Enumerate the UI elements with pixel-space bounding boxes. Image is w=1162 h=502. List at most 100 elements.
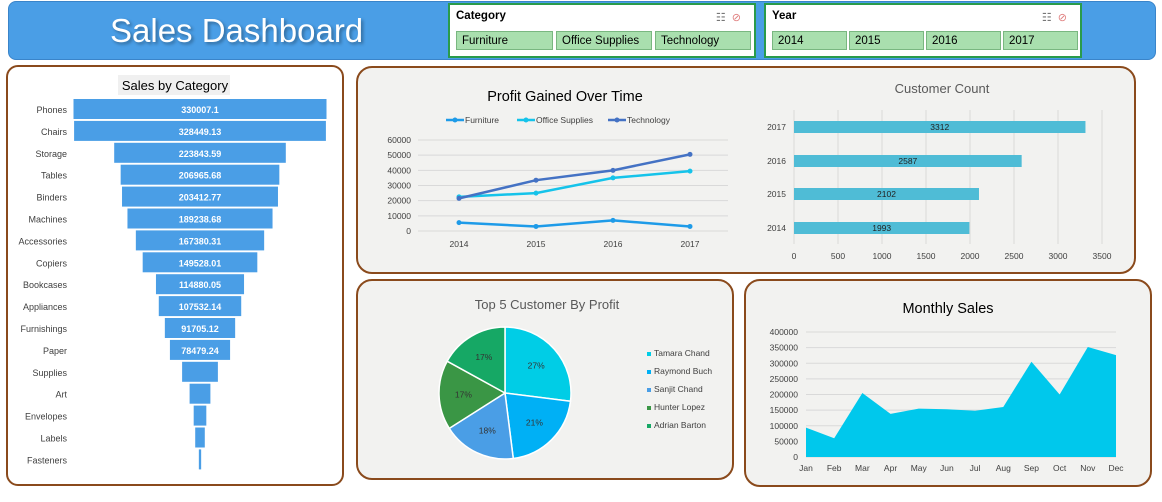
- data-label: 114880.05: [179, 280, 221, 290]
- data-label: 328449.13: [179, 127, 222, 137]
- funnel-bar: [189, 383, 211, 404]
- y-tick-label: 50000: [387, 150, 411, 160]
- data-label: 107532.14: [179, 302, 222, 312]
- legend-label: Hunter Lopez: [654, 402, 705, 412]
- x-tick-label: Mar: [855, 463, 870, 473]
- legend-label: Office Supplies: [536, 115, 593, 125]
- data-label: 3312: [930, 122, 949, 132]
- y-tick-label: 250000: [770, 374, 799, 384]
- category-label: Copiers: [36, 258, 68, 268]
- legend-label: Raymond Buch: [654, 366, 712, 376]
- category-label: Paper: [43, 346, 67, 356]
- monthly-sales-chart: Monthly Sales 0 50000 100000 150000 200000 25…: [770, 301, 1125, 473]
- data-label: 167380.31: [179, 236, 222, 246]
- x-tick-label: 3000: [1049, 251, 1068, 261]
- x-tick-label: Apr: [884, 463, 897, 473]
- y-tick-label: 300000: [770, 358, 799, 368]
- x-tick-label: 2500: [1005, 251, 1024, 261]
- chart-title: Sales by Category: [122, 78, 229, 93]
- y-tick-label: 150000: [770, 405, 799, 415]
- legend-label: Adrian Barton: [654, 420, 706, 430]
- y-tick-label: 400000: [770, 327, 799, 337]
- funnel-bar: [195, 427, 205, 448]
- x-tick-label: Dec: [1108, 463, 1124, 473]
- customer-count-chart: Customer Count 0 500 1000 1500 2000 2500 3000 3…: [767, 81, 1112, 261]
- x-tick-label: Feb: [827, 463, 842, 473]
- data-label: 78479.24: [181, 346, 219, 356]
- data-label: 203412.77: [179, 193, 222, 203]
- data-label: 2587: [898, 156, 917, 166]
- slice-label: 17%: [455, 389, 472, 399]
- category-label: Furnishings: [20, 324, 67, 334]
- slice-label: 21%: [526, 417, 543, 427]
- funnel-bar: [193, 405, 207, 426]
- funnel-bar: [182, 361, 218, 382]
- category-label: Tables: [41, 171, 68, 181]
- legend-label: Sanjit Chand: [654, 384, 703, 394]
- x-tick-label: Jun: [940, 463, 954, 473]
- x-tick-label: Sep: [1024, 463, 1039, 473]
- data-label: 91705.12: [181, 324, 219, 334]
- x-tick-label: Nov: [1080, 463, 1096, 473]
- y-tick-label: 2015: [767, 189, 786, 199]
- category-label: Machines: [28, 215, 67, 225]
- y-tick-label: 350000: [770, 343, 799, 353]
- y-tick-label: 100000: [770, 421, 799, 431]
- top-customers-pie-chart: Top 5 Customer By Profit 27% 21% 18% 17% 17%…: [438, 297, 712, 460]
- data-label: 206965.68: [179, 171, 222, 181]
- legend-swatch: [647, 388, 651, 392]
- x-tick-label: 2017: [681, 239, 700, 249]
- x-tick-label: 2015: [527, 239, 546, 249]
- y-tick-label: 2014: [767, 223, 786, 233]
- y-tick-label: 60000: [387, 135, 411, 145]
- x-tick-label: Jul: [970, 463, 981, 473]
- legend-label: Technology: [627, 115, 671, 125]
- category-label: Binders: [36, 193, 67, 203]
- series-point: [610, 217, 616, 223]
- series-point: [533, 190, 539, 196]
- series-point: [687, 168, 693, 174]
- x-tick-label: 2016: [604, 239, 623, 249]
- category-label: Labels: [40, 434, 67, 444]
- y-tick-label: 20000: [387, 196, 411, 206]
- funnel-bar: [198, 449, 202, 470]
- series-point: [533, 177, 539, 183]
- legend-marker: [614, 117, 620, 123]
- series-line: [458, 153, 691, 200]
- y-tick-label: 0: [793, 452, 798, 462]
- data-label: 149528.01: [179, 258, 222, 268]
- x-tick-label: May: [911, 463, 928, 473]
- x-tick-label: 500: [831, 251, 845, 261]
- data-label: 223843.59: [179, 149, 222, 159]
- category-label: Phones: [36, 105, 67, 115]
- y-tick-label: 40000: [387, 165, 411, 175]
- y-tick-label: 30000: [387, 181, 411, 191]
- category-label: Appliances: [23, 302, 68, 312]
- chart-title: Top 5 Customer By Profit: [475, 297, 620, 312]
- legend-swatch: [647, 352, 651, 356]
- legend-marker: [452, 117, 458, 123]
- category-label: Fasteners: [27, 455, 68, 465]
- series-line: [458, 219, 691, 228]
- chart-title: Monthly Sales: [902, 301, 993, 317]
- legend-swatch: [647, 370, 651, 374]
- legend-swatch: [647, 424, 651, 428]
- x-tick-label: 2000: [961, 251, 980, 261]
- y-tick-label: 50000: [774, 436, 798, 446]
- series-point: [610, 175, 616, 181]
- slice-label: 27%: [528, 361, 545, 371]
- profit-over-time-chart: Profit Gained Over Time 0 10000 20000 30000…: [387, 89, 728, 249]
- category-label: Chairs: [41, 127, 68, 137]
- category-label: Envelopes: [25, 412, 68, 422]
- x-tick-label: 2014: [450, 239, 469, 249]
- y-tick-label: 10000: [387, 211, 411, 221]
- x-tick-label: 3500: [1093, 251, 1112, 261]
- sales-by-category-chart: Sales by Category Phones 330007.1 Chairs 32…: [18, 75, 327, 470]
- series-point: [687, 223, 693, 229]
- y-tick-label: 0: [406, 226, 411, 236]
- chart-title: Customer Count: [895, 81, 990, 96]
- series-point: [533, 223, 539, 229]
- category-label: Storage: [35, 149, 67, 159]
- y-tick-label: 2017: [767, 122, 786, 132]
- y-tick-label: 200000: [770, 390, 799, 400]
